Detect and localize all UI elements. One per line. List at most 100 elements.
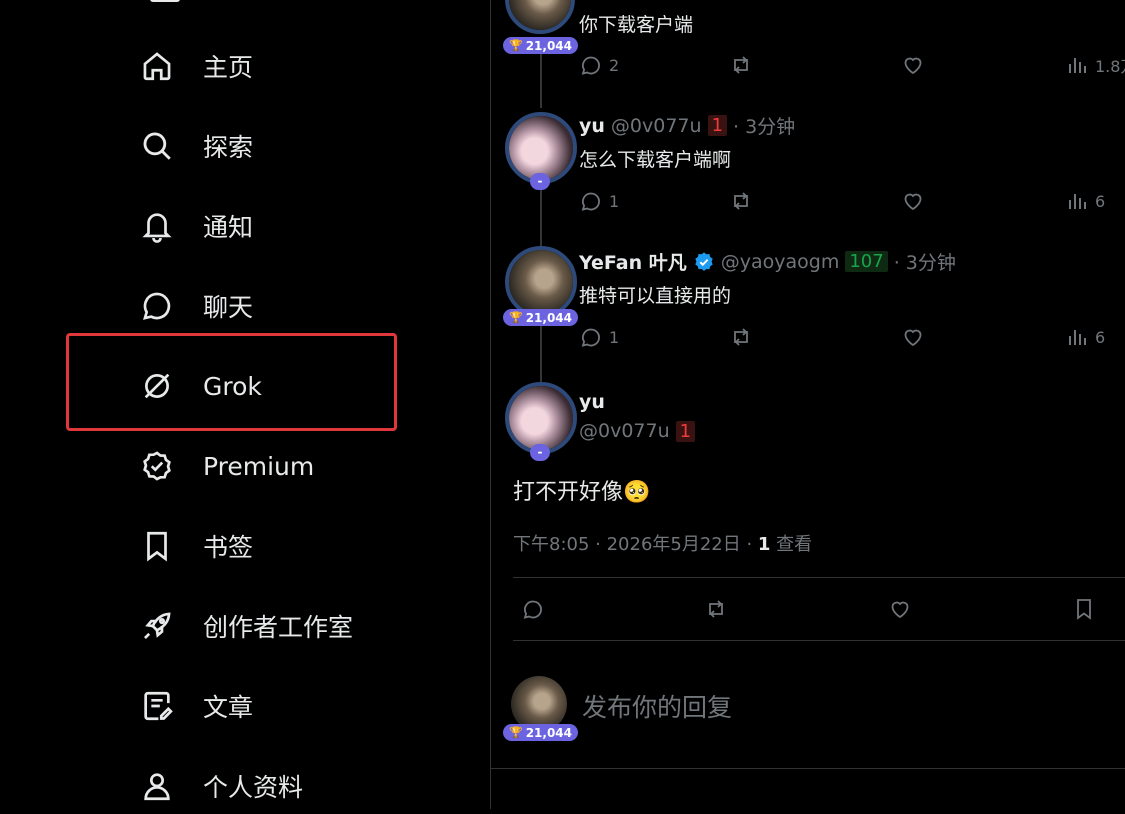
avatar[interactable] [505,0,575,34]
author-handle-row: @0v077u 1 [573,420,696,442]
tweet-text-body: 打不开好像 [513,480,624,505]
tweet-timestamp-row: 下午8:05 · 2026年5月22日 · 1 查看 [513,530,812,556]
nav-item-notifications[interactable]: 通知 [138,198,253,254]
reply-icon [581,192,600,211]
nav-item-creator-studio[interactable]: 创作者工作室 [138,598,353,654]
views-button[interactable]: 6 [1065,189,1105,213]
tweet-actions: 1 6 [579,189,1125,219]
tweet-time[interactable]: · 3分钟 [894,248,956,275]
reply-count: 2 [609,55,620,75]
nav-item-bookmarks[interactable]: 书签 [138,518,253,574]
score-badge: 🏆 21,044 [503,309,579,326]
views-count: 6 [1095,191,1106,211]
heart-icon [904,329,922,347]
nav-label: 通知 [203,213,254,242]
nav-item-home[interactable]: 主页 [138,38,253,94]
nav-label: 主页 [203,53,254,82]
views-icon [1069,58,1086,73]
retweet-button[interactable] [729,53,753,77]
author-name[interactable]: YeFan 叶凡 [579,248,687,275]
like-button[interactable] [901,53,925,77]
divider [513,577,1125,578]
bell-icon [138,207,176,245]
nav-label: 聊天 [203,293,254,322]
nav-label: 创作者工作室 [203,613,354,642]
profile-icon [138,767,176,805]
like-button[interactable] [888,597,912,621]
chat-icon [138,287,176,325]
author-handle[interactable]: @0v077u [579,420,670,442]
nav-label: 探索 [203,133,254,162]
author-name-row: yu [579,391,605,413]
divider [491,768,1125,769]
status-badge: - [530,444,550,461]
thread-connector [540,54,542,108]
retweet-button[interactable] [729,325,753,349]
nav-item-articles[interactable]: 文章 [138,678,253,734]
bookmark-button[interactable] [1072,597,1096,621]
heart-icon [904,57,922,75]
tweet-time[interactable]: · 3分钟 [733,112,795,139]
thread-connector [540,326,542,382]
user-chip: 107 [845,251,888,272]
view-count: 1 [757,534,771,555]
nav-label: Premium [203,451,315,481]
search-icon [138,127,176,165]
nav-label: 书签 [203,533,254,562]
retweet-button[interactable] [729,189,753,213]
score-badge: 🏆 21,044 [503,37,579,54]
emoji-pleading: 🥺 [623,480,651,505]
tweet-header: YeFan 叶凡 @yaoyaogm 107 · 3分钟 [579,248,956,275]
retweet-icon [734,56,748,74]
like-button[interactable] [901,325,925,349]
bookmark-icon [1077,599,1091,620]
author-handle[interactable]: @0v077u [611,115,702,137]
reply-count: 1 [609,327,620,347]
nav-label: 文章 [203,693,254,722]
views-button[interactable]: 1.8万 [1065,53,1125,77]
tweet-text: 你下载客户端 [579,14,694,36]
home-icon [138,47,176,85]
reply-icon [581,56,600,75]
reply-icon [523,600,542,619]
views-button[interactable]: 6 [1065,325,1105,349]
author-handle[interactable]: @yaoyaogm [721,251,840,273]
divider [513,640,1125,641]
score-badge: 🏆 21,044 [503,724,579,741]
reply-input[interactable]: 发布你的回复 [582,688,732,724]
views-icon [1069,194,1086,209]
view-label: 查看 [770,534,813,555]
nav-item-profile[interactable]: 个人资料 [138,758,303,814]
nav-item-chat[interactable]: 聊天 [138,278,253,334]
retweet-icon [709,600,723,618]
views-icon [1069,330,1086,345]
nav-label: 个人资料 [203,773,304,802]
retweet-button[interactable] [704,597,728,621]
tweet-text-focused: 打不开好像🥺 [513,474,650,506]
user-chip: 1 [675,420,696,442]
article-icon [138,687,176,725]
tweet-timestamp[interactable]: 下午8:05 · 2026年5月22日 · [513,534,758,555]
author-name[interactable]: yu [579,115,605,137]
tweet-actions: 1 6 [579,325,1125,355]
status-badge: - [530,173,550,190]
nav-item-explore[interactable]: 探索 [138,118,253,174]
retweet-icon [734,192,748,210]
sidebar: 主页 探索 通知 聊天 Grok Premium 书签 创作者工作室 文章 个人… [0,0,490,809]
heart-icon [904,193,922,211]
tweet-actions: 2 1.8万 [579,53,1125,83]
avatar[interactable] [505,246,577,318]
reply-icon [581,328,600,347]
reply-button[interactable]: 1 [579,325,619,349]
reply-button[interactable] [521,597,545,621]
heart-icon [891,601,909,619]
author-name[interactable]: yu [579,391,605,413]
rocket-icon [138,607,176,645]
nav-item-premium[interactable]: Premium [138,438,314,494]
reply-button[interactable]: 2 [579,53,619,77]
bookmark-icon [138,527,176,565]
like-button[interactable] [901,189,925,213]
reply-button[interactable]: 1 [579,189,619,213]
reply-count: 1 [609,191,620,211]
thread-connector [540,190,542,246]
